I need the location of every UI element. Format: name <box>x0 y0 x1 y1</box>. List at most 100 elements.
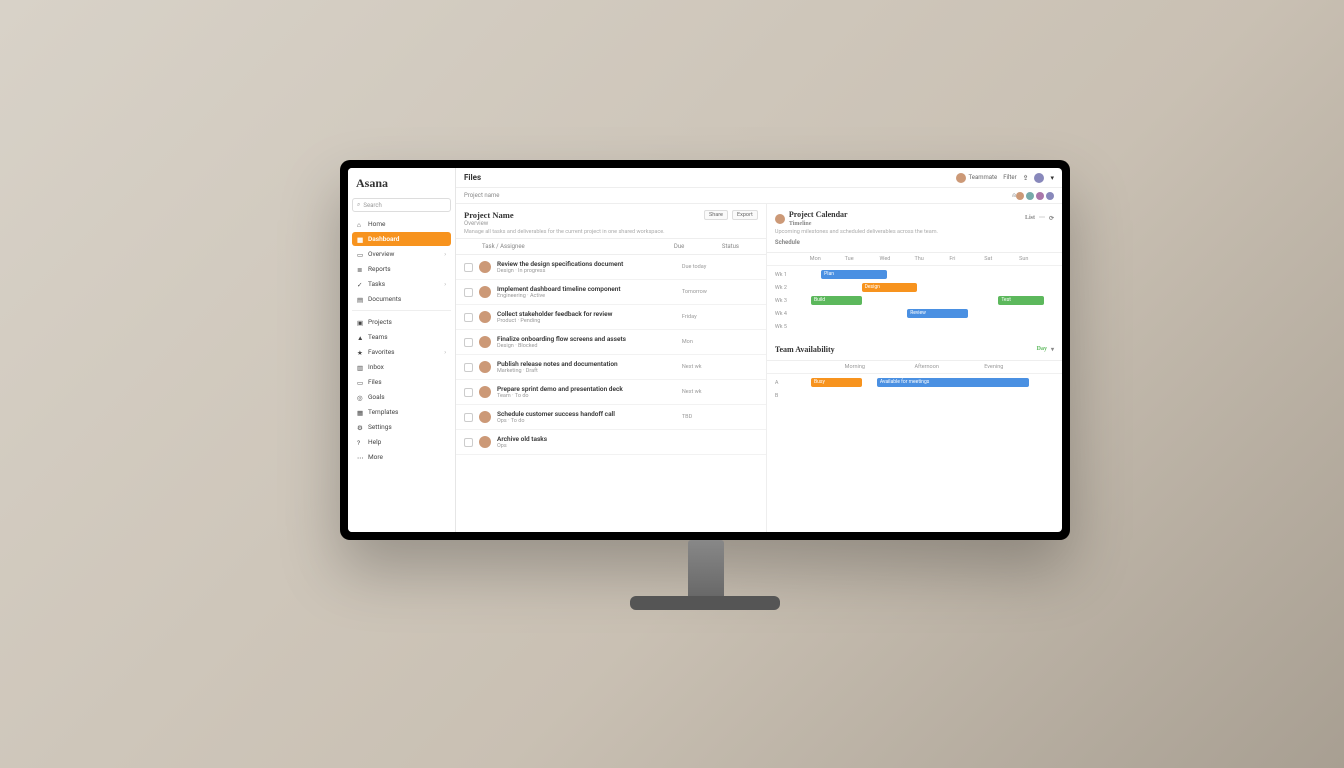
calendar-tool-list[interactable]: List <box>1025 215 1035 222</box>
task-row[interactable]: Implement dashboard timeline componentEn… <box>456 280 766 305</box>
assignee-avatar[interactable] <box>479 386 491 398</box>
task-checkbox[interactable] <box>464 363 473 372</box>
calendar-more-icon[interactable]: ··· <box>1039 215 1045 222</box>
task-title: Review the design specifications documen… <box>497 260 676 268</box>
nav-home[interactable]: ⌂Home <box>352 217 451 231</box>
breadcrumb[interactable]: Project name <box>464 192 499 199</box>
gantt-bar[interactable]: Busy <box>811 378 862 387</box>
nav-inbox[interactable]: ▥Inbox <box>352 360 451 374</box>
profile-avatar[interactable] <box>1034 173 1044 183</box>
gantt-header-cell: Morning <box>845 364 915 370</box>
task-list: Review the design specifications documen… <box>456 255 766 455</box>
dashboard-icon: ▦ <box>357 236 364 243</box>
calendar-desc: Upcoming milestones and scheduled delive… <box>775 229 1054 235</box>
share-icon[interactable]: ⇪ <box>1023 174 1029 182</box>
overview-icon: ▭ <box>357 251 364 258</box>
gantt-row-label: Wk 4 <box>775 311 801 317</box>
nav-label: Teams <box>368 333 388 341</box>
gantt-bar[interactable]: Test <box>998 296 1044 305</box>
task-checkbox[interactable] <box>464 388 473 397</box>
gantt-bar[interactable]: Build <box>811 296 862 305</box>
avail-dropdown-icon[interactable]: ▾ <box>1051 346 1054 353</box>
nav-favorites[interactable]: ★Favorites› <box>352 345 451 359</box>
task-subtitle: Product · Pending <box>497 318 676 324</box>
task-checkbox[interactable] <box>464 413 473 422</box>
assignee-avatar[interactable] <box>479 436 491 448</box>
gantt-row: Wk 4 Review <box>775 307 1054 320</box>
col-status[interactable]: Status <box>722 243 758 250</box>
nav-tasks[interactable]: ✓Tasks› <box>352 277 451 291</box>
task-row[interactable]: Publish release notes and documentationM… <box>456 355 766 380</box>
topbar-user[interactable]: Teammate <box>956 173 998 183</box>
nav-settings[interactable]: ⚙Settings <box>352 420 451 434</box>
gantt-bar[interactable]: Design <box>862 283 918 292</box>
assignee-avatar[interactable] <box>479 286 491 298</box>
task-title: Collect stakeholder feedback for review <box>497 310 676 318</box>
nav-files[interactable]: ▭Files <box>352 375 451 389</box>
nav-label: Reports <box>368 265 391 273</box>
task-checkbox[interactable] <box>464 313 473 322</box>
nav-label: Home <box>368 220 386 228</box>
calendar-panel: Project Calendar Timeline List ··· ⟳ Upc… <box>767 204 1062 253</box>
gantt-header-cell <box>775 364 845 370</box>
inbox-icon: ▥ <box>357 364 364 371</box>
task-table-header: Task / Assignee Due Status <box>456 238 766 255</box>
task-row[interactable]: Schedule customer success handoff callOp… <box>456 405 766 430</box>
gantt-bar[interactable]: Available for meetings <box>877 378 1029 387</box>
task-row[interactable]: Collect stakeholder feedback for reviewP… <box>456 305 766 330</box>
task-title: Finalize onboarding flow screens and ass… <box>497 335 676 343</box>
task-subtitle: Ops <box>497 443 676 449</box>
task-due: TBD <box>682 414 724 420</box>
task-checkbox[interactable] <box>464 288 473 297</box>
gantt-bar[interactable]: Plan <box>821 270 887 279</box>
col-task[interactable]: Task / Assignee <box>482 243 668 250</box>
refresh-icon[interactable]: ⟳ <box>1049 215 1054 222</box>
calendar-headers: MonTueWedThuFriSatSun <box>767 253 1062 266</box>
avatar <box>956 173 966 183</box>
nav-teams[interactable]: ▲ Teams <box>352 330 451 344</box>
nav-label: Help <box>368 438 381 446</box>
sidebar: Asana ⌕ Search ⌂Home ▦Dashboard ▭Overvie… <box>348 168 456 532</box>
assignee-avatar[interactable] <box>479 311 491 323</box>
task-row[interactable]: Archive old tasksOps <box>456 430 766 455</box>
assignee-avatar[interactable] <box>479 411 491 423</box>
task-row[interactable]: Prepare sprint demo and presentation dec… <box>456 380 766 405</box>
nav-dashboard[interactable]: ▦Dashboard <box>352 232 451 246</box>
gantt-row-label: B <box>775 393 801 399</box>
assignee-avatar[interactable] <box>479 336 491 348</box>
task-checkbox[interactable] <box>464 438 473 447</box>
gantt-row: Wk 1Plan <box>775 268 1054 281</box>
nav-overview[interactable]: ▭Overview› <box>352 247 451 261</box>
task-checkbox[interactable] <box>464 338 473 347</box>
avail-tool-day[interactable]: Day <box>1037 346 1047 353</box>
gear-icon: ⚙ <box>357 424 364 431</box>
gantt-header-cell: Fri <box>949 256 984 262</box>
nav-goals[interactable]: ◎Goals <box>352 390 451 404</box>
search-input[interactable]: ⌕ Search <box>352 198 451 212</box>
task-panel-header: Share Export Project Name Overview Manag… <box>456 204 766 238</box>
export-button[interactable]: Export <box>732 210 758 220</box>
gantt-row: Wk 3BuildTest <box>775 294 1054 307</box>
gantt-bar[interactable]: Review <box>907 309 968 318</box>
gantt-row-label: Wk 2 <box>775 285 801 291</box>
task-checkbox[interactable] <box>464 263 473 272</box>
task-due: Next wk <box>682 389 724 395</box>
nav-more[interactable]: ⋯More <box>352 450 451 464</box>
nav-templates[interactable]: ▦Templates <box>352 405 451 419</box>
nav-documents[interactable]: ▤Documents <box>352 292 451 306</box>
team-icon: ▲ <box>357 334 364 341</box>
task-row[interactable]: Finalize onboarding flow screens and ass… <box>456 330 766 355</box>
col-due[interactable]: Due <box>674 243 716 250</box>
task-subtitle: Design · Blocked <box>497 343 676 349</box>
assignee-avatar[interactable] <box>479 261 491 273</box>
topbar-filter[interactable]: Filter <box>1003 174 1016 181</box>
monitor-base <box>630 596 780 610</box>
assignee-avatar[interactable] <box>479 361 491 373</box>
nav-projects[interactable]: ▣Projects <box>352 315 451 329</box>
nav-reports[interactable]: ≣Reports <box>352 262 451 276</box>
chevron-down-icon[interactable]: ▾ <box>1050 174 1054 182</box>
nav-help[interactable]: ?Help <box>352 435 451 449</box>
member-avatars[interactable] <box>1016 192 1054 200</box>
task-row[interactable]: Review the design specifications documen… <box>456 255 766 280</box>
share-button[interactable]: Share <box>704 210 728 220</box>
